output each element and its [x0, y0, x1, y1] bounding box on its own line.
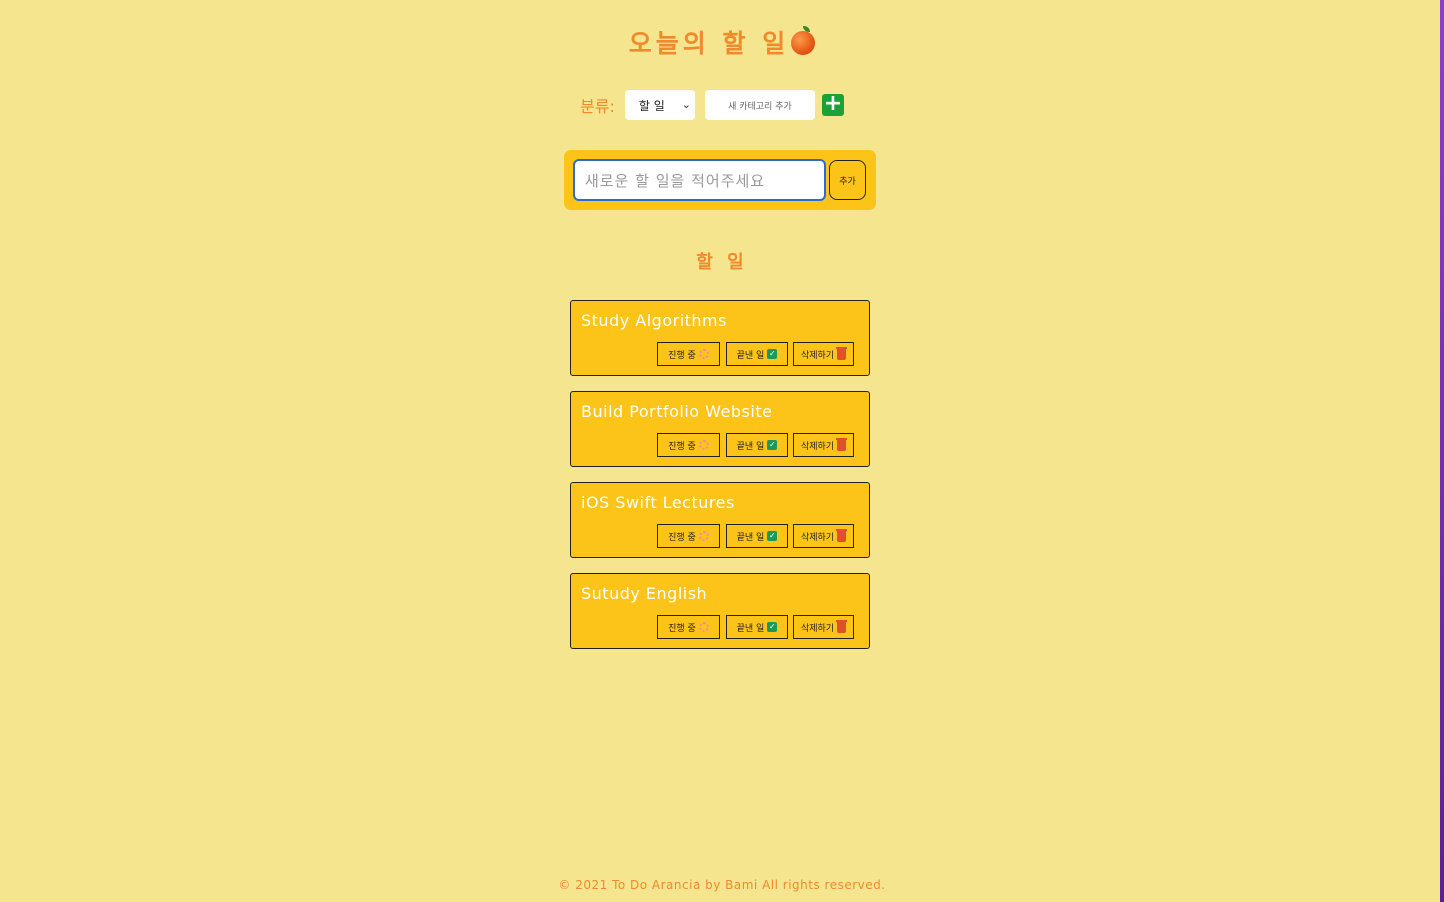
check-icon: ✓ [767, 440, 778, 450]
add-category-button[interactable]: + [821, 91, 844, 116]
todo-title: Build Portfolio Website [581, 402, 773, 421]
page-title: 오늘의 할 일 [0, 24, 1444, 60]
done-button[interactable]: 끝낸 일 ✓ [726, 342, 788, 366]
category-label: 분류: [580, 97, 615, 116]
todo-card: Sutudy English 진행 중 끝낸 일 ✓ 삭제하기 [570, 573, 870, 649]
todo-title: Study Algorithms [581, 311, 727, 330]
doing-button[interactable]: 진행 중 [657, 615, 720, 639]
check-icon: ✓ [767, 349, 778, 359]
todo-input-placeholder: 새로운 할 일을 적어주세요 [585, 171, 766, 190]
doing-button[interactable]: 진행 중 [657, 433, 720, 457]
trash-icon [836, 346, 848, 360]
todo-form: 새로운 할 일을 적어주세요 추가 [564, 150, 876, 210]
todo-card: iOS Swift Lectures 진행 중 끝낸 일 ✓ 삭제하기 [570, 482, 870, 558]
trash-icon [836, 619, 848, 633]
orange-icon [791, 26, 816, 55]
delete-button[interactable]: 삭제하기 [793, 342, 854, 366]
spinner-icon [698, 349, 709, 359]
category-selected-value: 할 일 [638, 98, 665, 113]
done-button[interactable]: 끝낸 일 ✓ [726, 524, 788, 548]
todo-input[interactable]: 새로운 할 일을 적어주세요 [573, 159, 826, 201]
new-category-input[interactable]: 새 카테고리 추가 [704, 90, 815, 120]
plus-icon: + [823, 91, 843, 116]
section-title: 할 일 [696, 252, 748, 273]
spinner-icon [698, 622, 709, 632]
new-category-placeholder: 새 카테고리 추가 [728, 101, 792, 112]
done-button[interactable]: 끝낸 일 ✓ [726, 433, 788, 457]
doing-button[interactable]: 진행 중 [657, 524, 720, 548]
check-icon: ✓ [767, 531, 778, 541]
spinner-icon [698, 440, 709, 450]
category-select[interactable]: 할 일 ⌄ [624, 90, 695, 120]
doing-button[interactable]: 진행 중 [657, 342, 720, 366]
delete-button[interactable]: 삭제하기 [793, 524, 854, 548]
check-icon: ✓ [767, 622, 778, 632]
todo-title: Sutudy English [581, 584, 708, 603]
chevron-down-icon: ⌄ [681, 98, 691, 111]
todo-card: Study Algorithms 진행 중 끝낸 일 ✓ 삭제하기 [570, 300, 870, 376]
delete-button[interactable]: 삭제하기 [793, 433, 854, 457]
todo-title: iOS Swift Lectures [581, 493, 735, 512]
window-edge [1440, 0, 1444, 902]
footer-copyright: © 2021 To Do Arancia by Bami All rights … [558, 878, 886, 892]
spinner-icon [698, 531, 709, 541]
todo-card: Build Portfolio Website 진행 중 끝낸 일 ✓ 삭제하기 [570, 391, 870, 467]
delete-button[interactable]: 삭제하기 [793, 615, 854, 639]
add-todo-button[interactable]: 추가 [829, 160, 866, 200]
category-bar: 분류: 할 일 ⌄ 새 카테고리 추가 + [0, 90, 1444, 120]
done-button[interactable]: 끝낸 일 ✓ [726, 615, 788, 639]
trash-icon [836, 437, 848, 451]
trash-icon [836, 528, 848, 542]
